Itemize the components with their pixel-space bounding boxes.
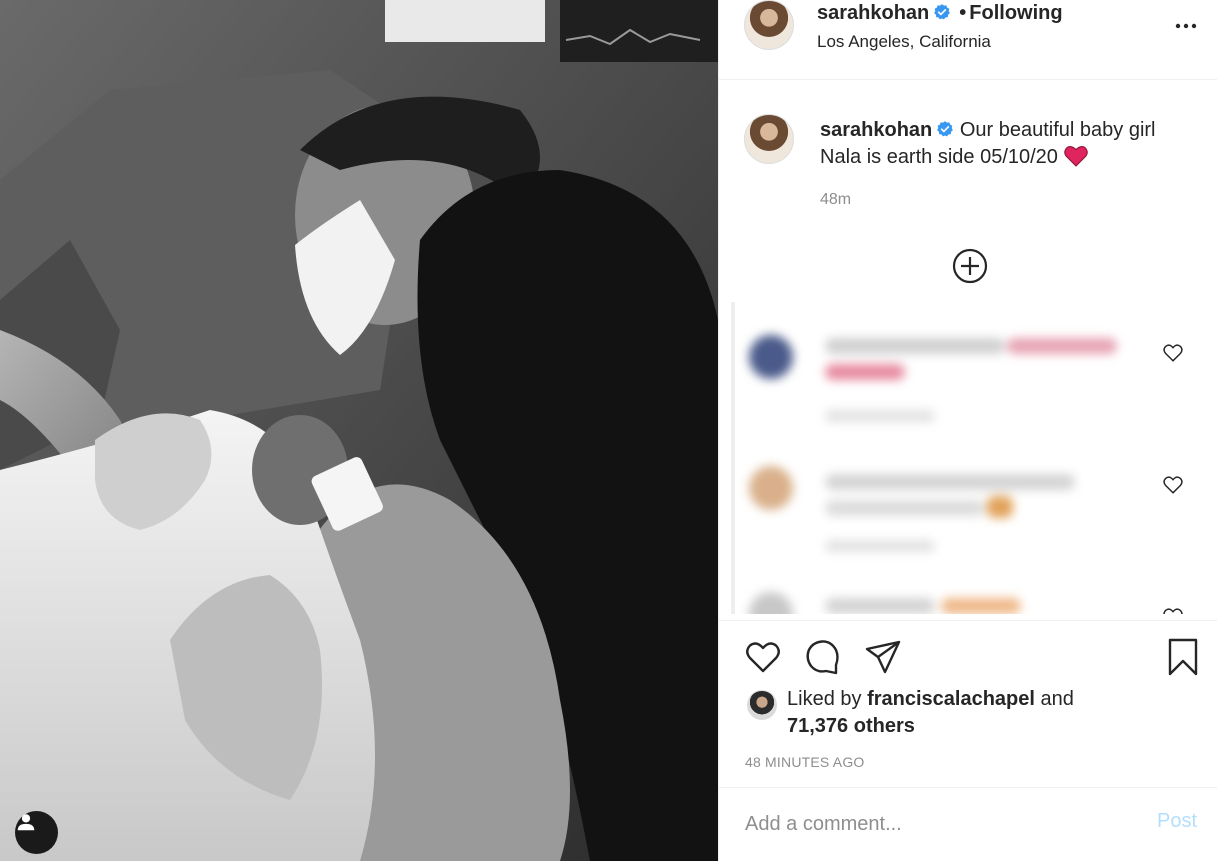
posted-time[interactable]: 48 MINUTES AGO — [745, 754, 865, 770]
comment-like-icon[interactable] — [1162, 342, 1184, 364]
comment-avatar — [749, 335, 793, 379]
more-options-icon[interactable] — [1174, 14, 1198, 38]
comments-list — [731, 302, 1217, 614]
caption-username[interactable]: sarahkohan — [820, 119, 932, 141]
comment-avatar — [749, 466, 793, 510]
verified-badge-icon — [934, 4, 951, 20]
author-username[interactable]: sarahkohan — [817, 2, 929, 24]
person-icon — [17, 814, 35, 831]
author-avatar[interactable] — [744, 0, 794, 50]
caption-avatar[interactable] — [744, 114, 794, 164]
comment-icon[interactable] — [803, 637, 843, 677]
bookmark-icon[interactable] — [1163, 637, 1203, 677]
post-location[interactable]: Los Angeles, California — [817, 32, 991, 52]
liker-username[interactable]: franciscalachapel — [867, 688, 1035, 710]
caption-time[interactable]: 48m — [820, 191, 851, 209]
likes-conjunction: and — [1040, 688, 1074, 710]
comment-form: Post — [719, 787, 1217, 861]
user-tag-icon[interactable] — [15, 811, 58, 854]
plus-circle-icon[interactable] — [951, 247, 989, 285]
liker-avatar[interactable] — [747, 690, 777, 720]
post-photo[interactable] — [0, 0, 718, 861]
comment-item — [735, 562, 1217, 614]
post-details-panel: sarahkohan • Following Los Angeles, Califo… — [718, 0, 1217, 861]
comment-item — [735, 302, 1217, 432]
comment-like-icon[interactable] — [1162, 474, 1184, 496]
baby-photo — [0, 0, 718, 861]
share-icon[interactable] — [863, 637, 903, 677]
heart-icon[interactable] — [743, 637, 783, 677]
likes-count[interactable]: 71,376 others — [787, 715, 915, 738]
verified-badge-icon — [937, 121, 954, 137]
divider — [719, 620, 1217, 621]
liked-by-label: Liked by — [787, 688, 862, 710]
action-bar — [719, 632, 1217, 680]
caption: sarahkohan Our beautiful baby girl Nala … — [820, 117, 1190, 171]
header-username-row: sarahkohan • Following — [817, 2, 1063, 25]
comment-input[interactable] — [745, 808, 1125, 840]
comment-item — [735, 432, 1217, 562]
separator-dot: • — [959, 2, 967, 24]
post-button[interactable]: Post — [1157, 810, 1197, 833]
comment-avatar — [749, 592, 793, 614]
likes-line: Liked by franciscalachapel and — [787, 688, 1074, 711]
red-heart-emoji-icon — [1063, 146, 1088, 167]
following-button[interactable]: Following — [969, 2, 1062, 24]
post-header: sarahkohan • Following Los Angeles, Califo… — [719, 0, 1217, 80]
comment-like-icon[interactable] — [1162, 606, 1184, 614]
